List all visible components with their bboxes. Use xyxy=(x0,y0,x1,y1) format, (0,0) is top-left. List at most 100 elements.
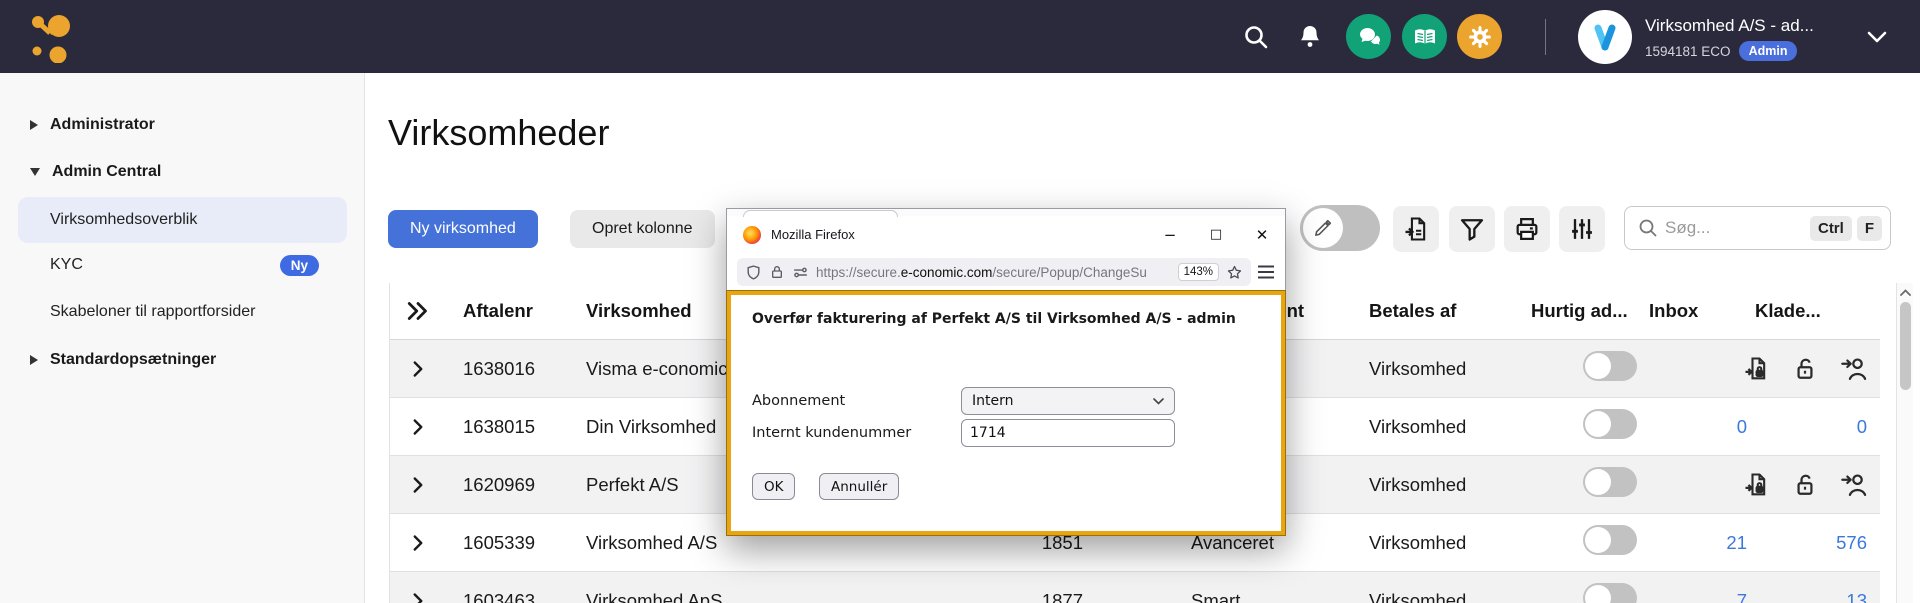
url-path: /secure/Popup/ChangeSu xyxy=(992,265,1147,280)
journal-lock-icon[interactable] xyxy=(1742,471,1770,499)
account-name[interactable]: Virksomhed A/S - ad... xyxy=(1645,16,1814,36)
bookmark-star-icon[interactable] xyxy=(1226,264,1243,281)
expand-row-icon[interactable] xyxy=(405,472,431,498)
book-icon xyxy=(1412,24,1438,50)
unlock-icon[interactable] xyxy=(1791,355,1819,383)
zoom-level-badge[interactable]: 143% xyxy=(1178,263,1219,281)
search-icon xyxy=(1637,217,1659,239)
scrollbar-thumb[interactable] xyxy=(1900,302,1911,390)
drafts-count-link[interactable]: 13 xyxy=(1749,590,1881,603)
url-domain: e-conomic.com xyxy=(901,265,993,280)
window-top-strip xyxy=(727,209,1285,216)
app-root: Virksomhed A/S - ad... 1594181 ECO Admin… xyxy=(0,0,1920,603)
print-button[interactable] xyxy=(1504,206,1550,252)
column-header-hurtig-adgang[interactable]: Hurtig ad... xyxy=(1521,300,1641,322)
window-title: Mozilla Firefox xyxy=(771,227,1147,242)
search-icon[interactable] xyxy=(1242,23,1270,51)
quick-access-toggle[interactable] xyxy=(1583,467,1637,497)
cancel-button[interactable]: Annullér xyxy=(819,473,899,500)
filter-icon xyxy=(1458,215,1486,243)
sidebar-group-standardopsaetninger[interactable]: Standardopsætninger xyxy=(30,347,216,373)
sidebar-item-skabeloner[interactable]: Skabeloner til rapportforsider xyxy=(18,299,347,325)
collapsed-arrow-icon xyxy=(30,120,38,130)
agreement-number: 1603463 xyxy=(446,590,566,603)
column-header-aftalenr[interactable]: Aftalenr xyxy=(446,300,566,322)
sidebar-group-administrator[interactable]: Administrator xyxy=(30,112,155,138)
internal-number: 1877 xyxy=(811,590,1161,603)
unlock-icon[interactable] xyxy=(1791,471,1819,499)
expand-row-icon[interactable] xyxy=(405,414,431,440)
table-search: Ctrl F xyxy=(1624,206,1891,250)
shortcut-f-badge: F xyxy=(1857,216,1882,241)
shield-icon[interactable] xyxy=(745,264,762,281)
pencil-icon xyxy=(1312,217,1334,239)
table-scrollbar[interactable] xyxy=(1896,283,1913,603)
sidebar: Administrator Admin Central Virksomhedso… xyxy=(0,73,365,603)
column-settings-button[interactable] xyxy=(1559,206,1605,252)
drafts-count-link[interactable]: 0 xyxy=(1749,416,1881,438)
subscription-field-label: Abonnement xyxy=(752,387,845,415)
url-scheme: https://secure. xyxy=(816,265,901,280)
customer-number-input[interactable] xyxy=(961,419,1175,447)
inbox-count-link[interactable]: 21 xyxy=(1641,532,1749,554)
expand-row-icon[interactable] xyxy=(405,530,431,556)
sliders-icon xyxy=(1568,215,1596,243)
scroll-up-icon[interactable] xyxy=(1898,286,1913,300)
dialog-heading: Overfør fakturering af Perfekt A/S til V… xyxy=(752,311,1236,327)
close-button[interactable]: ✕ xyxy=(1239,216,1285,253)
company-v-logo-icon xyxy=(1590,22,1620,52)
permissions-icon[interactable] xyxy=(792,264,809,281)
expand-row-icon[interactable] xyxy=(405,588,431,603)
menu-hamburger-icon[interactable] xyxy=(1257,264,1275,280)
chevron-down-icon[interactable] xyxy=(1866,29,1888,45)
table-row[interactable]: 1603463 Virksomhed ApS 1877 Smart Virkso… xyxy=(390,572,1880,603)
inbox-count-link[interactable]: 0 xyxy=(1641,416,1749,438)
search-input[interactable] xyxy=(1665,218,1805,238)
login-as-user-icon[interactable] xyxy=(1840,471,1868,499)
paid-by: Virksomhed xyxy=(1351,416,1521,438)
drafts-count-link[interactable]: 576 xyxy=(1749,532,1881,554)
sidebar-item-virksomhedsoverblik[interactable]: Virksomhedsoverblik xyxy=(18,197,347,243)
edit-mode-toggle[interactable] xyxy=(1300,205,1380,251)
column-header-kladde[interactable]: Klade... xyxy=(1749,300,1881,322)
browser-tab[interactable] xyxy=(743,210,898,217)
subscription-select[interactable]: Intern xyxy=(961,387,1175,415)
new-badge: Ny xyxy=(280,255,319,276)
quick-access-toggle[interactable] xyxy=(1583,351,1637,381)
filter-button[interactable] xyxy=(1449,206,1495,252)
maximize-button[interactable]: □ xyxy=(1193,216,1239,253)
select-chevron-icon xyxy=(1153,398,1164,405)
window-titlebar[interactable]: Mozilla Firefox − □ ✕ xyxy=(727,216,1285,253)
minimize-button[interactable]: − xyxy=(1147,216,1193,253)
ok-button[interactable]: OK xyxy=(752,473,795,500)
create-column-button[interactable]: Opret kolonne xyxy=(570,210,715,248)
account-avatar[interactable] xyxy=(1578,10,1632,64)
journal-import-icon xyxy=(1402,215,1430,243)
expand-row-icon[interactable] xyxy=(405,356,431,382)
journal-import-button[interactable] xyxy=(1393,206,1439,252)
help-book-button[interactable] xyxy=(1402,14,1447,59)
bell-icon[interactable] xyxy=(1296,23,1324,51)
e-conomic-logo-icon[interactable] xyxy=(28,11,80,63)
inbox-count-link[interactable]: 7 xyxy=(1641,590,1749,603)
sidebar-group-admin-central[interactable]: Admin Central xyxy=(30,159,161,185)
url-bar[interactable]: https://secure.e-conomic.com/secure/Popu… xyxy=(737,258,1251,286)
expand-all-icon[interactable] xyxy=(403,296,433,326)
column-header-betales-af[interactable]: Betales af xyxy=(1351,300,1521,322)
settings-button[interactable] xyxy=(1457,14,1502,59)
expanded-arrow-icon xyxy=(30,168,40,176)
chat-button[interactable] xyxy=(1346,14,1391,59)
login-as-user-icon[interactable] xyxy=(1840,355,1868,383)
column-header-inbox[interactable]: Inbox xyxy=(1641,300,1749,322)
journal-lock-icon[interactable] xyxy=(1742,355,1770,383)
quick-access-toggle[interactable] xyxy=(1583,525,1637,555)
sidebar-item-kyc[interactable]: KYC Ny xyxy=(18,252,347,278)
quick-access-toggle[interactable] xyxy=(1583,409,1637,439)
quick-access-toggle[interactable] xyxy=(1583,583,1637,603)
customer-number-field-label: Internt kundenummer xyxy=(752,419,911,447)
lock-icon[interactable] xyxy=(769,264,785,280)
new-company-button[interactable]: Ny virksomhed xyxy=(388,210,538,248)
agreement-number: 1638016 xyxy=(446,358,566,380)
paid-by: Virksomhed xyxy=(1351,590,1521,603)
company-name: Virksomhed ApS xyxy=(566,590,811,603)
